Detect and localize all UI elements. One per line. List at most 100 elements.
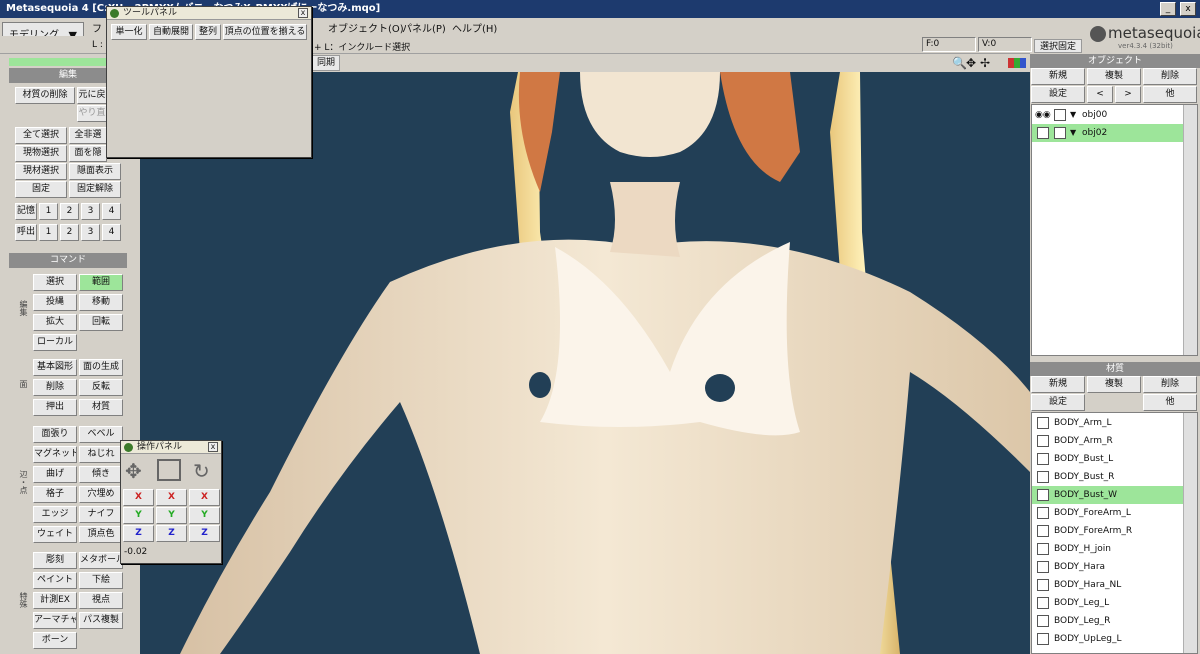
material-item[interactable]: BODY_ForeArm_L [1032, 504, 1184, 522]
move-tool-icon[interactable]: ✥ [125, 459, 142, 483]
material-settings-button[interactable]: 設定 [1031, 394, 1085, 411]
rotate-tool-icon[interactable]: ↻ [193, 459, 210, 483]
move-x-button[interactable]: X [123, 489, 154, 506]
material-checkbox[interactable] [1037, 489, 1049, 501]
memory-slot-2[interactable]: 2 [60, 203, 79, 220]
cmd-bevel-button[interactable]: ベベル [79, 426, 123, 443]
material-item[interactable]: BODY_Bust_R [1032, 468, 1184, 486]
recall-slot-1[interactable]: 1 [39, 224, 58, 241]
material-item[interactable]: BODY_ForeArm_R [1032, 522, 1184, 540]
zoom-icon[interactable]: 🔍 [952, 56, 967, 70]
rotate-view-icon[interactable]: ✢ [980, 56, 990, 70]
cmd-local-button[interactable]: ローカル [33, 334, 77, 351]
material-checkbox[interactable] [1037, 633, 1049, 645]
material-item[interactable]: BODY_Arm_L [1032, 414, 1184, 432]
lock-checkbox[interactable] [1054, 127, 1066, 139]
cmd-material-button[interactable]: 材質 [79, 399, 123, 416]
list-item[interactable]: ◉◉ ▼ obj00 [1032, 106, 1184, 124]
material-item[interactable]: BODY_H_join [1032, 540, 1184, 558]
cmd-knife-button[interactable]: ナイフ [79, 506, 123, 523]
material-item-selected[interactable]: BODY_Bust_W [1032, 486, 1184, 504]
show-hidden-button[interactable]: 隠面表示 [69, 163, 121, 180]
cmd-edge-button[interactable]: エッジ [33, 506, 77, 523]
cmd-move-button[interactable]: 移動 [79, 294, 123, 311]
deselect-all-button[interactable]: 全非選 [69, 127, 107, 144]
lock-button[interactable]: 固定 [15, 181, 67, 198]
eye-icon[interactable]: ◉◉ [1035, 106, 1051, 124]
scale-z-button[interactable]: Z [156, 525, 187, 542]
cmd-vertex-color-button[interactable]: 頂点色 [79, 526, 123, 543]
op-panel-titlebar[interactable]: 操作パネル x [121, 441, 221, 454]
expand-icon[interactable]: ▼ [1070, 124, 1076, 142]
material-checkbox[interactable] [1037, 417, 1049, 429]
sync-button[interactable]: 同期 [312, 55, 340, 71]
material-new-button[interactable]: 新規 [1031, 376, 1085, 393]
object-delete-button[interactable]: 削除 [1143, 68, 1197, 85]
scale-x-button[interactable]: X [156, 489, 187, 506]
material-checkbox[interactable] [1037, 597, 1049, 609]
menu-panel[interactable]: パネル(P) [402, 20, 446, 35]
cmd-rotate-button[interactable]: 回転 [79, 314, 123, 331]
undo-button[interactable]: 元に戻 [77, 87, 107, 104]
material-copy-button[interactable]: 複製 [1087, 376, 1141, 393]
scale-tool-icon[interactable] [157, 459, 181, 481]
material-checkbox[interactable] [1037, 507, 1049, 519]
cmd-select-button[interactable]: 選択 [33, 274, 77, 291]
expand-icon[interactable]: ▼ [1070, 106, 1076, 124]
material-checkbox[interactable] [1037, 615, 1049, 627]
object-other-button[interactable]: 他 [1143, 86, 1197, 103]
cmd-primitive-button[interactable]: 基本図形 [33, 359, 77, 376]
cmd-tilt-button[interactable]: 傾き [79, 466, 123, 483]
3d-viewport[interactable] [140, 72, 1030, 654]
material-checkbox[interactable] [1037, 471, 1049, 483]
material-item[interactable]: BODY_Leg_R [1032, 612, 1184, 630]
move-view-icon[interactable]: ✥ [966, 56, 976, 70]
delete-material-button[interactable]: 材質の削除 [15, 87, 75, 104]
cmd-metaball-button[interactable]: メタボール [79, 552, 123, 569]
select-all-button[interactable]: 全て選択 [15, 127, 67, 144]
cmd-face-fill-button[interactable]: 面張り [33, 426, 77, 443]
menu-partial[interactable]: フ [92, 20, 102, 35]
auto-unfold-button[interactable]: 自動展開 [149, 24, 193, 40]
tool-panel-titlebar[interactable]: ツールパネル x [107, 7, 311, 20]
material-item[interactable]: BODY_UpLeg_L [1032, 630, 1184, 648]
scale-y-button[interactable]: Y [156, 507, 187, 524]
cmd-range-button[interactable]: 範囲 [79, 274, 123, 291]
move-y-button[interactable]: Y [123, 507, 154, 524]
list-item-selected[interactable]: ▼ obj02 [1032, 124, 1184, 142]
material-checkbox[interactable] [1037, 543, 1049, 555]
align-vertices-button[interactable]: 頂点の位置を揃える [223, 24, 307, 40]
tool-panel-close-icon[interactable]: x [298, 8, 308, 18]
material-item[interactable]: BODY_Bust_L [1032, 450, 1184, 468]
cmd-twist-button[interactable]: ねじれ [79, 446, 123, 463]
cmd-armature-button[interactable]: アーマチャー [33, 612, 77, 629]
select-material-button[interactable]: 現材選択 [15, 163, 67, 180]
cmd-sculpt-button[interactable]: 彫刻 [33, 552, 77, 569]
cmd-flip-button[interactable]: 反転 [79, 379, 123, 396]
visible-checkbox[interactable] [1037, 127, 1049, 139]
unify-button[interactable]: 単一化 [111, 24, 147, 40]
lock-checkbox[interactable] [1054, 109, 1066, 121]
cmd-delete-button[interactable]: 削除 [33, 379, 77, 396]
cmd-extrude-button[interactable]: 押出 [33, 399, 77, 416]
op-panel-close-icon[interactable]: x [208, 442, 218, 452]
cmd-bend-button[interactable]: 曲げ [33, 466, 77, 483]
material-item[interactable]: BODY_Arm_R [1032, 432, 1184, 450]
object-copy-button[interactable]: 複製 [1087, 68, 1141, 85]
unlock-button[interactable]: 固定解除 [69, 181, 121, 198]
move-z-button[interactable]: Z [123, 525, 154, 542]
material-other-button[interactable]: 他 [1143, 394, 1197, 411]
object-scrollbar[interactable] [1183, 105, 1197, 355]
rotate-x-button[interactable]: X [189, 489, 220, 506]
minimize-button[interactable]: _ [1160, 2, 1176, 16]
material-checkbox[interactable] [1037, 453, 1049, 465]
cmd-path-copy-button[interactable]: パス複製 [79, 612, 123, 629]
cmd-bone-button[interactable]: ボーン [33, 632, 77, 649]
menu-object[interactable]: オブジェクト(O) [328, 20, 404, 35]
material-checkbox[interactable] [1037, 525, 1049, 537]
cmd-paint-button[interactable]: ペイント [33, 572, 77, 589]
menu-help[interactable]: ヘルプ(H) [452, 20, 497, 35]
cmd-magnet-button[interactable]: マグネット [33, 446, 77, 463]
cmd-weight-button[interactable]: ウェイト [33, 526, 77, 543]
color-display-icon[interactable] [1008, 58, 1026, 68]
